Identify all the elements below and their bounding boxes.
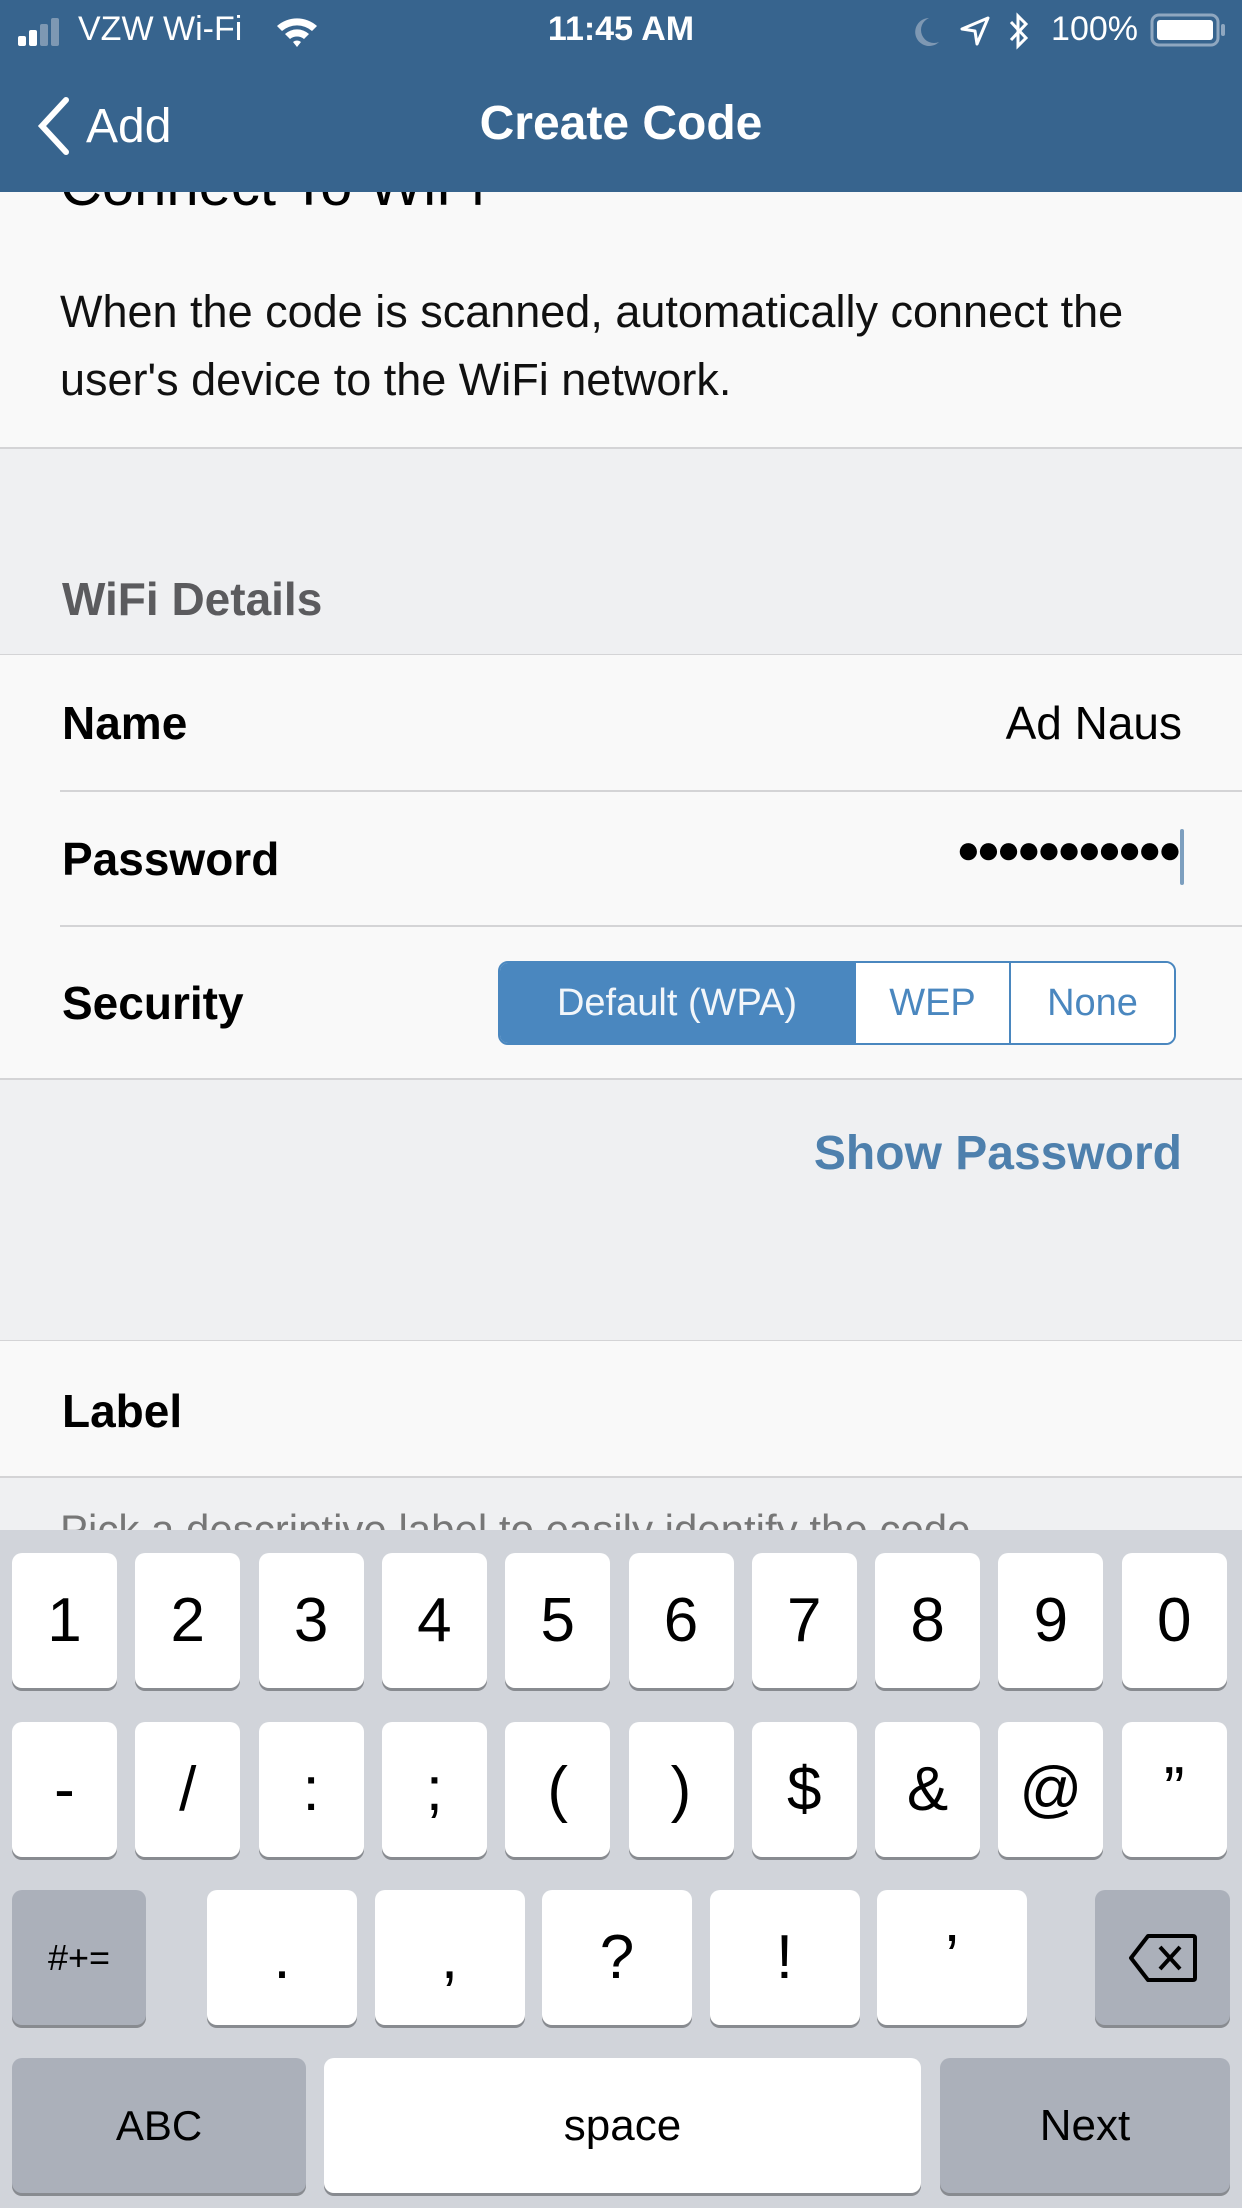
key[interactable]: : <box>258 1722 364 1857</box>
name-label: Name <box>62 697 188 749</box>
text-cursor <box>1180 829 1184 885</box>
key-next[interactable]: Next <box>940 2058 1230 2193</box>
backspace-icon <box>1128 1933 1197 1982</box>
key[interactable]: 7 <box>751 1553 857 1688</box>
battery-percentage: 100% <box>1051 10 1138 48</box>
moon-icon <box>913 16 941 48</box>
key[interactable]: & <box>875 1722 981 1857</box>
divider <box>0 1078 1242 1080</box>
name-input[interactable]: Ad Naus <box>1006 696 1182 750</box>
security-option-default-wpa[interactable]: Default (WPA) <box>500 963 854 1043</box>
bluetooth-icon <box>1008 12 1030 50</box>
key[interactable]: 1 <box>12 1553 117 1688</box>
key-abc[interactable]: ABC <box>12 2058 306 2193</box>
key[interactable]: , <box>374 1890 525 2025</box>
key[interactable]: 2 <box>135 1553 241 1688</box>
key[interactable]: $ <box>751 1722 857 1857</box>
key[interactable]: 8 <box>875 1553 981 1688</box>
key[interactable]: 9 <box>998 1553 1104 1688</box>
navigation-bar: VZW Wi-Fi 11:45 AM 100% Add Create Code <box>0 0 1242 192</box>
intro-description: When the code is scanned, automatically … <box>60 286 1124 405</box>
divider <box>0 447 1242 449</box>
security-option-none[interactable]: None <box>1009 963 1174 1043</box>
key[interactable]: 4 <box>381 1553 487 1688</box>
key[interactable]: . <box>207 1890 357 2025</box>
key[interactable]: @ <box>998 1722 1104 1857</box>
security-label: Security <box>62 977 244 1029</box>
label-card[interactable] <box>0 1341 1242 1476</box>
password-label: Password <box>62 833 280 885</box>
key[interactable]: / <box>135 1722 241 1857</box>
key[interactable]: 3 <box>258 1553 364 1688</box>
divider <box>60 925 1242 927</box>
key[interactable]: 6 <box>628 1553 734 1688</box>
key[interactable]: ) <box>628 1722 734 1857</box>
show-password-button[interactable]: Show Password <box>814 1126 1182 1181</box>
key[interactable]: ’ <box>877 1890 1027 2025</box>
key[interactable]: 5 <box>505 1553 611 1688</box>
key[interactable]: ; <box>381 1722 487 1857</box>
password-input[interactable]: ●●●●●●●●●●● <box>956 828 1182 873</box>
key-delete[interactable] <box>1095 1890 1230 2025</box>
divider <box>0 1476 1242 1478</box>
key-space[interactable]: space <box>324 2058 921 2193</box>
divider <box>60 790 1242 792</box>
key[interactable]: ! <box>709 1890 860 2025</box>
battery-icon <box>1150 13 1230 47</box>
key[interactable]: 0 <box>1121 1553 1227 1688</box>
keyboard: 1234567890 - /:;() $ & @” .,?!’ #+= ABC spac… <box>0 1530 1242 2208</box>
section-header-wifi-details: WiFi Details <box>62 573 323 625</box>
label-field-label: Label <box>62 1385 183 1437</box>
location-icon <box>960 16 990 46</box>
security-segmented-control[interactable]: Default (WPA) WEP None <box>498 961 1176 1045</box>
key[interactable]: ( <box>505 1722 611 1857</box>
security-option-wep[interactable]: WEP <box>854 963 1009 1043</box>
key[interactable]: ” <box>1121 1722 1227 1857</box>
key[interactable]: ? <box>542 1890 692 2025</box>
page-title: Create Code <box>479 97 763 150</box>
key-more-symbols[interactable]: #+= <box>12 1890 146 2025</box>
label-hint: Pick a descriptive label to easily ident… <box>60 1506 971 1530</box>
key[interactable]: - <box>12 1722 117 1857</box>
